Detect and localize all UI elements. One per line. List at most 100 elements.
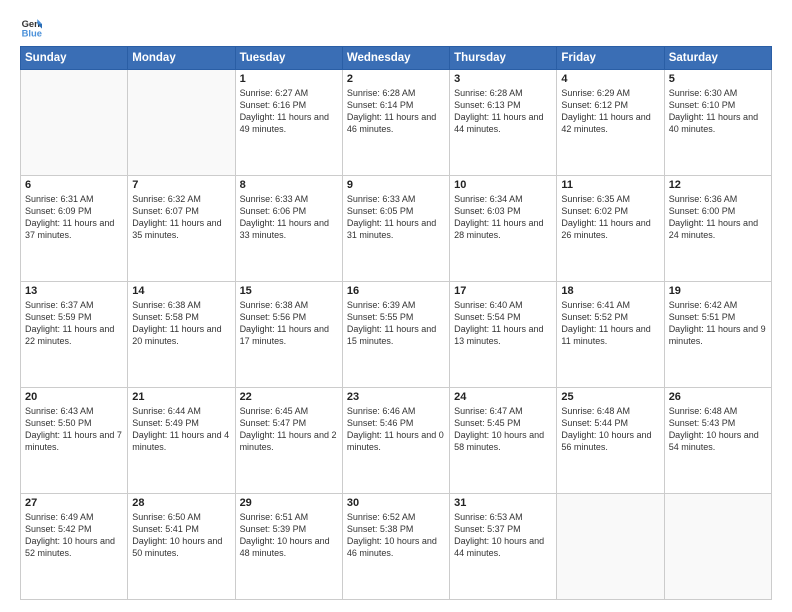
day-number: 2 (347, 73, 445, 85)
calendar-cell (557, 494, 664, 600)
day-number: 20 (25, 391, 123, 403)
week-row-4: 27 Sunrise: 6:49 AM Sunset: 5:42 PM Dayli… (21, 494, 772, 600)
calendar-cell: 10 Sunrise: 6:34 AM Sunset: 6:03 PM Dayli… (450, 176, 557, 282)
cell-info: Sunrise: 6:52 AM Sunset: 5:38 PM Dayligh… (347, 511, 445, 560)
week-row-2: 13Sunrise: 6:37 AM Sunset: 5:59 PM Dayli… (21, 282, 772, 388)
calendar-cell: 13Sunrise: 6:37 AM Sunset: 5:59 PM Dayli… (21, 282, 128, 388)
day-number: 28 (132, 497, 230, 509)
cell-info: Sunrise: 6:40 AM Sunset: 5:54 PM Dayligh… (454, 299, 552, 348)
cell-info: Sunrise: 6:47 AM Sunset: 5:45 PM Dayligh… (454, 405, 552, 454)
calendar-cell: 9Sunrise: 6:33 AM Sunset: 6:05 PM Daylig… (342, 176, 449, 282)
cell-info: Sunrise: 6:28 AM Sunset: 6:13 PM Dayligh… (454, 87, 552, 136)
calendar-cell: 18 Sunrise: 6:41 AM Sunset: 5:52 PM Dayli… (557, 282, 664, 388)
svg-text:Blue: Blue (22, 27, 42, 38)
cell-info: Sunrise: 6:44 AM Sunset: 5:49 PM Dayligh… (132, 405, 230, 454)
cell-info: Sunrise: 6:38 AM Sunset: 5:56 PM Dayligh… (240, 299, 338, 348)
day-number: 5 (669, 73, 767, 85)
day-number: 26 (669, 391, 767, 403)
calendar-cell: 6 Sunrise: 6:31 AM Sunset: 6:09 PM Daylig… (21, 176, 128, 282)
calendar-cell: 12Sunrise: 6:36 AM Sunset: 6:00 PM Dayli… (664, 176, 771, 282)
calendar-cell: 26 Sunrise: 6:48 AM Sunset: 5:43 PM Dayli… (664, 388, 771, 494)
calendar-cell: 5 Sunrise: 6:30 AM Sunset: 6:10 PM Daylig… (664, 70, 771, 176)
cell-info: Sunrise: 6:50 AM Sunset: 5:41 PM Dayligh… (132, 511, 230, 560)
cell-info: Sunrise: 6:48 AM Sunset: 5:44 PM Dayligh… (561, 405, 659, 454)
calendar-cell: 20 Sunrise: 6:43 AM Sunset: 5:50 PM Dayli… (21, 388, 128, 494)
calendar-cell: 29 Sunrise: 6:51 AM Sunset: 5:39 PM Dayli… (235, 494, 342, 600)
calendar-cell: 17Sunrise: 6:40 AM Sunset: 5:54 PM Dayli… (450, 282, 557, 388)
page: Gen Blue SundayMondayTuesdayWednesdayThu… (0, 0, 792, 612)
day-number: 24 (454, 391, 552, 403)
cell-info: Sunrise: 6:38 AM Sunset: 5:58 PM Dayligh… (132, 299, 230, 348)
day-number: 8 (240, 179, 338, 191)
calendar-cell (21, 70, 128, 176)
calendar-cell (664, 494, 771, 600)
calendar-cell: 30 Sunrise: 6:52 AM Sunset: 5:38 PM Dayli… (342, 494, 449, 600)
day-number: 15 (240, 285, 338, 297)
day-header-friday: Friday (557, 47, 664, 70)
calendar-cell: 23 Sunrise: 6:46 AM Sunset: 5:46 PM Dayli… (342, 388, 449, 494)
day-header-thursday: Thursday (450, 47, 557, 70)
calendar-body: 1 Sunrise: 6:27 AM Sunset: 6:16 PM Daylig… (21, 70, 772, 600)
day-number: 7 (132, 179, 230, 191)
day-number: 30 (347, 497, 445, 509)
day-number: 9 (347, 179, 445, 191)
day-number: 16 (347, 285, 445, 297)
day-number: 3 (454, 73, 552, 85)
cell-info: Sunrise: 6:49 AM Sunset: 5:42 PM Dayligh… (25, 511, 123, 560)
header: Gen Blue (20, 16, 772, 38)
day-number: 6 (25, 179, 123, 191)
calendar-cell: 15 Sunrise: 6:38 AM Sunset: 5:56 PM Dayli… (235, 282, 342, 388)
day-number: 4 (561, 73, 659, 85)
cell-info: Sunrise: 6:27 AM Sunset: 6:16 PM Dayligh… (240, 87, 338, 136)
day-number: 27 (25, 497, 123, 509)
cell-info: Sunrise: 6:37 AM Sunset: 5:59 PM Dayligh… (25, 299, 123, 348)
calendar-cell: 11Sunrise: 6:35 AM Sunset: 6:02 PM Dayli… (557, 176, 664, 282)
day-header-wednesday: Wednesday (342, 47, 449, 70)
calendar-cell: 19 Sunrise: 6:42 AM Sunset: 5:51 PM Dayli… (664, 282, 771, 388)
day-number: 11 (561, 179, 659, 191)
calendar-cell: 31Sunrise: 6:53 AM Sunset: 5:37 PM Dayli… (450, 494, 557, 600)
logo-icon: Gen Blue (20, 16, 42, 38)
day-number: 10 (454, 179, 552, 191)
day-number: 12 (669, 179, 767, 191)
calendar-cell: 7Sunrise: 6:32 AM Sunset: 6:07 PM Daylig… (128, 176, 235, 282)
day-number: 29 (240, 497, 338, 509)
calendar-cell: 27 Sunrise: 6:49 AM Sunset: 5:42 PM Dayli… (21, 494, 128, 600)
day-number: 19 (669, 285, 767, 297)
calendar-cell: 24 Sunrise: 6:47 AM Sunset: 5:45 PM Dayli… (450, 388, 557, 494)
day-header-tuesday: Tuesday (235, 47, 342, 70)
day-header-sunday: Sunday (21, 47, 128, 70)
cell-info: Sunrise: 6:51 AM Sunset: 5:39 PM Dayligh… (240, 511, 338, 560)
day-number: 18 (561, 285, 659, 297)
day-number: 1 (240, 73, 338, 85)
day-number: 22 (240, 391, 338, 403)
cell-info: Sunrise: 6:46 AM Sunset: 5:46 PM Dayligh… (347, 405, 445, 454)
calendar-cell (128, 70, 235, 176)
calendar-cell: 25Sunrise: 6:48 AM Sunset: 5:44 PM Dayli… (557, 388, 664, 494)
calendar-cell: 14 Sunrise: 6:38 AM Sunset: 5:58 PM Dayli… (128, 282, 235, 388)
cell-info: Sunrise: 6:31 AM Sunset: 6:09 PM Dayligh… (25, 193, 123, 242)
cell-info: Sunrise: 6:42 AM Sunset: 5:51 PM Dayligh… (669, 299, 767, 348)
calendar-cell: 22 Sunrise: 6:45 AM Sunset: 5:47 PM Dayli… (235, 388, 342, 494)
day-number: 31 (454, 497, 552, 509)
calendar-cell: 1 Sunrise: 6:27 AM Sunset: 6:16 PM Daylig… (235, 70, 342, 176)
cell-info: Sunrise: 6:34 AM Sunset: 6:03 PM Dayligh… (454, 193, 552, 242)
calendar-cell: 8 Sunrise: 6:33 AM Sunset: 6:06 PM Daylig… (235, 176, 342, 282)
cell-info: Sunrise: 6:43 AM Sunset: 5:50 PM Dayligh… (25, 405, 123, 454)
day-number: 14 (132, 285, 230, 297)
calendar-cell: 16 Sunrise: 6:39 AM Sunset: 5:55 PM Dayli… (342, 282, 449, 388)
cell-info: Sunrise: 6:28 AM Sunset: 6:14 PM Dayligh… (347, 87, 445, 136)
cell-info: Sunrise: 6:48 AM Sunset: 5:43 PM Dayligh… (669, 405, 767, 454)
cell-info: Sunrise: 6:39 AM Sunset: 5:55 PM Dayligh… (347, 299, 445, 348)
logo: Gen Blue (20, 16, 44, 38)
cell-info: Sunrise: 6:29 AM Sunset: 6:12 PM Dayligh… (561, 87, 659, 136)
cell-info: Sunrise: 6:45 AM Sunset: 5:47 PM Dayligh… (240, 405, 338, 454)
day-number: 23 (347, 391, 445, 403)
cell-info: Sunrise: 6:41 AM Sunset: 5:52 PM Dayligh… (561, 299, 659, 348)
calendar-cell: 2 Sunrise: 6:28 AM Sunset: 6:14 PM Daylig… (342, 70, 449, 176)
cell-info: Sunrise: 6:33 AM Sunset: 6:06 PM Dayligh… (240, 193, 338, 242)
cell-info: Sunrise: 6:30 AM Sunset: 6:10 PM Dayligh… (669, 87, 767, 136)
week-row-1: 6 Sunrise: 6:31 AM Sunset: 6:09 PM Daylig… (21, 176, 772, 282)
header-row: SundayMondayTuesdayWednesdayThursdayFrid… (21, 47, 772, 70)
day-number: 21 (132, 391, 230, 403)
